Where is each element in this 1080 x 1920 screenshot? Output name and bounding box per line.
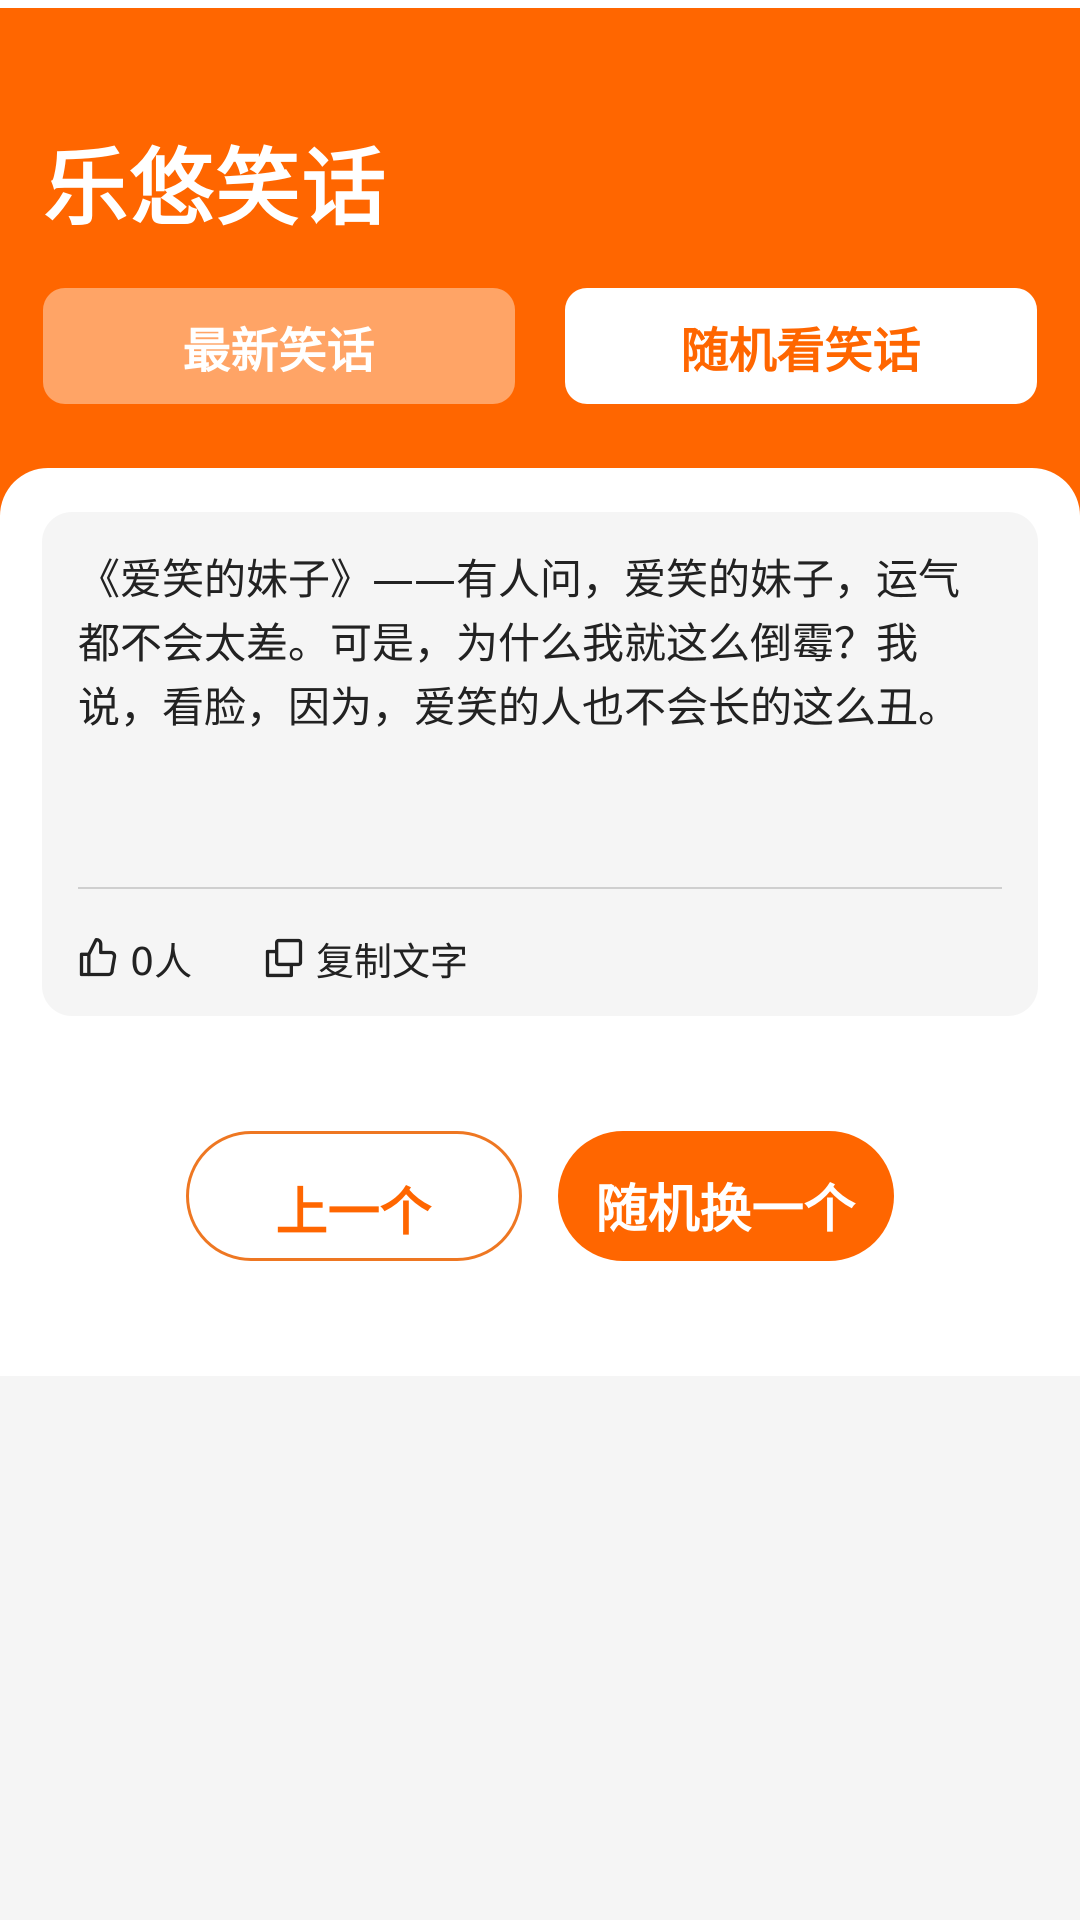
- tab-latest-jokes[interactable]: 最新笑话: [43, 288, 515, 404]
- copy-text-label: 复制文字: [316, 939, 469, 984]
- thumbs-up-icon: [76, 936, 120, 980]
- divider: [78, 887, 1002, 889]
- random-next-button[interactable]: 随机换一个: [558, 1131, 894, 1261]
- copy-text-button[interactable]: 复制文字: [262, 928, 468, 988]
- joke-card: 《爱笑的妹子》——有人问，爱笑的妹子，运气都不会太差。可是，为什么我就这么倒霉？…: [42, 512, 1038, 1016]
- copy-icon: [262, 936, 306, 980]
- app-title: 乐悠笑话: [44, 139, 389, 237]
- tab-random-jokes[interactable]: 随机看笑话: [565, 288, 1037, 404]
- previous-button[interactable]: 上一个: [186, 1131, 522, 1261]
- joke-text: 《爱笑的妹子》——有人问，爱笑的妹子，运气都不会太差。可是，为什么我就这么倒霉？…: [78, 555, 961, 732]
- status-bar: [0, 0, 1080, 8]
- like-count: 0人: [130, 939, 193, 984]
- like-button[interactable]: 0人: [76, 928, 192, 988]
